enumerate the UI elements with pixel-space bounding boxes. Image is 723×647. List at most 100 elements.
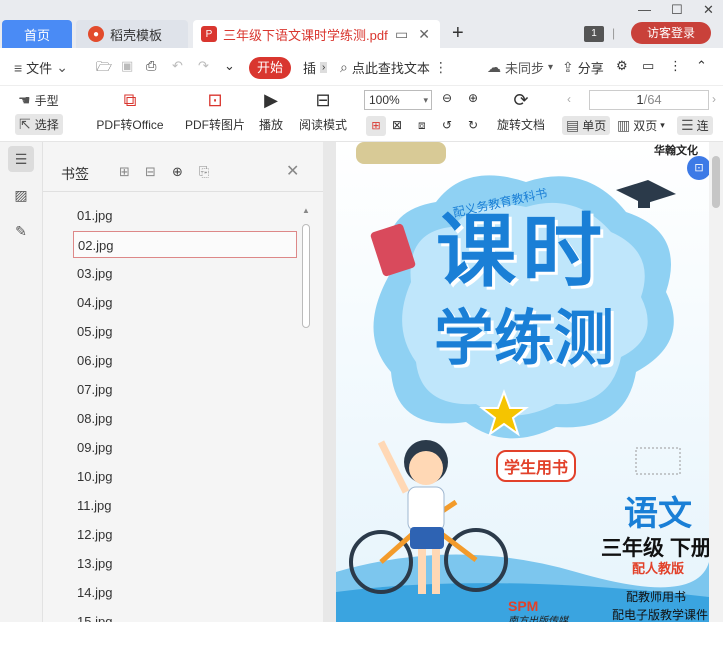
maximize-icon[interactable]: ☐ (671, 2, 683, 18)
sync-status[interactable]: ☁ 未同步 ▾ (487, 58, 553, 77)
pin-window-icon[interactable]: ▭ (395, 26, 408, 43)
more-vert-icon[interactable]: ⋮ (669, 58, 682, 74)
edition-label: 配人教版 (632, 561, 685, 576)
undo-icon[interactable]: ↶ (172, 58, 183, 74)
collapse-ribbon-icon[interactable]: ⌃ (696, 58, 707, 74)
bookmark-item[interactable]: 01.jpg (73, 202, 297, 229)
bookmark-settings-icon[interactable]: ⎘ (199, 164, 209, 180)
hand-tool[interactable]: ☚ 手型 (18, 92, 59, 109)
redo-icon[interactable]: ↷ (198, 58, 209, 74)
press-label: 南方出版传媒 (508, 616, 568, 622)
read-mode-button[interactable]: ⊟ 阅读模式 (297, 90, 349, 133)
fit-page-icon[interactable]: ⊠ (392, 118, 402, 132)
page-total: /64 (643, 92, 662, 107)
double-page-button[interactable]: ▥ 双页 ▾ (617, 117, 665, 134)
ribbon-toolbar: ☚ 手型 ⇱ 选择 ⧉ PDF转Office ⊡ PDF转图片 ▶ 播放 ⊟ 阅… (0, 86, 723, 142)
prev-page-icon[interactable]: ‹ (567, 92, 571, 106)
select-tool[interactable]: ⇱ 选择 (15, 114, 63, 135)
panel-splitter[interactable] (323, 142, 336, 622)
bookmark-item[interactable]: 08.jpg (73, 405, 297, 432)
continuous-label: 连 (696, 119, 709, 133)
fit-width-icon[interactable]: ⧈ (418, 118, 426, 133)
close-window-icon[interactable]: ✕ (703, 2, 714, 18)
rotate-right-icon[interactable]: ↻ (468, 118, 478, 132)
pdf-to-image-button[interactable]: ⊡ PDF转图片 (184, 90, 246, 133)
tab-template[interactable]: ● 稻壳模板 (76, 20, 188, 48)
bookmark-item[interactable]: 03.jpg (73, 260, 297, 287)
thumbnail-panel-icon[interactable]: ▨ (8, 182, 34, 208)
bookmark-item[interactable]: 09.jpg (73, 434, 297, 461)
document-page: 华翰文化 ⊡ 配义务教育教科书 课时 学练测 学生用书 语文 三年级 下册 配人… (336, 142, 709, 622)
caret-down-icon: ▾ (423, 95, 428, 105)
continuous-button[interactable]: ☰ 连 (677, 116, 713, 135)
open-folder-icon[interactable]: 🗁 (96, 58, 112, 80)
bookmark-panel-icon[interactable]: ☰ (8, 146, 34, 172)
left-icon-sidebar: ☰ ▨ ✎ (0, 142, 43, 622)
share-label: 分享 (577, 61, 604, 76)
bookmark-item[interactable]: 14.jpg (73, 579, 297, 606)
new-tab-icon[interactable]: + (452, 22, 464, 45)
save-icon[interactable]: ▣ (121, 58, 133, 74)
play-icon: ▶ (264, 90, 278, 110)
scroll-up-icon[interactable]: ▲ (302, 206, 310, 215)
play-button[interactable]: ▶ 播放 (256, 90, 286, 133)
double-page-icon: ▥ (617, 117, 631, 133)
bookmark-scrollbar[interactable]: ▲ (300, 204, 312, 622)
bookmark-item[interactable]: 10.jpg (73, 463, 297, 490)
minimize-icon[interactable]: — (638, 2, 651, 17)
share-button[interactable]: ⇪ 分享 (562, 58, 604, 77)
scrollbar-thumb[interactable] (302, 224, 310, 328)
next-page-icon[interactable]: › (712, 92, 716, 106)
document-scrollbar-thumb[interactable] (712, 156, 720, 208)
single-page-label: 单页 (582, 119, 607, 133)
expand-all-icon[interactable]: ⊞ (119, 164, 130, 180)
bookmark-panel-title: 书签 (61, 166, 89, 182)
bookmark-item[interactable]: 07.jpg (73, 376, 297, 403)
tab-bar: 首页 ● 稻壳模板 P 三年级下语文课时学练测.pdf ▭ ✕ + — ☐ ✕ … (0, 0, 723, 48)
close-tab-icon[interactable]: ✕ (418, 26, 430, 43)
rotate-document-icon: ⟳ (513, 90, 529, 110)
read-mode-label: 阅读模式 (298, 118, 347, 132)
start-tab-button[interactable]: 开始 (249, 57, 291, 79)
comment-icon[interactable]: ▭ (642, 58, 654, 74)
more-quick-icon[interactable]: ⌄ (224, 58, 235, 74)
bookmark-item[interactable]: 13.jpg (73, 550, 297, 577)
zoom-select[interactable]: 100% ▾ (364, 90, 432, 110)
rotate-left-icon[interactable]: ↺ (442, 118, 452, 132)
tab-scroll-right-icon[interactable]: › (320, 62, 328, 73)
visitor-login-button[interactable]: 访客登录 (631, 22, 711, 44)
settings-gear-icon[interactable]: ⚙ (616, 58, 628, 74)
bookmark-item[interactable]: 06.jpg (73, 347, 297, 374)
document-scrollbar[interactable] (709, 142, 723, 622)
search-text[interactable]: ⌕ 点此查找文本 ⋮ (340, 58, 448, 77)
wps-docer-icon: ● (88, 26, 104, 42)
add-bookmark-icon[interactable]: ⊕ (172, 164, 183, 180)
actual-size-icon[interactable]: ⊞ (366, 116, 386, 136)
single-page-button[interactable]: ▤ 单页 (562, 116, 611, 135)
zoom-in-icon[interactable]: ⊕ (468, 91, 478, 105)
rotate-document-button[interactable]: ⟳ 旋转文档 (495, 90, 547, 133)
ocr-scan-icon[interactable]: ⊡ (687, 156, 709, 180)
menu-bar: ≡ 文件 ⌄ 🗁 ▣ ⎙ ↶ ↷ ⌄ 开始 插 › ⌕ 点此查找文本 ⋮ ☁ 未… (0, 48, 723, 86)
bookmark-item[interactable]: 02.jpg (73, 231, 297, 258)
window-counter-badge[interactable]: 1 (584, 26, 604, 42)
insert-tab-label: 插 (303, 61, 317, 76)
zoom-out-icon[interactable]: ⊖ (442, 91, 452, 105)
bookmark-item[interactable]: 11.jpg (73, 492, 297, 519)
tab-home[interactable]: 首页 (2, 20, 72, 48)
file-menu[interactable]: ≡ 文件 ⌄ (14, 58, 68, 77)
bookmark-item[interactable]: 05.jpg (73, 318, 297, 345)
insert-tab[interactable]: 插 › (303, 58, 328, 77)
close-panel-icon[interactable]: ✕ (286, 161, 299, 181)
rotate-document-label: 旋转文档 (496, 118, 545, 132)
bookmark-item[interactable]: 12.jpg (73, 521, 297, 548)
tab-template-label: 稻壳模板 (110, 27, 163, 43)
tab-document[interactable]: P 三年级下语文课时学练测.pdf ▭ ✕ (193, 20, 440, 48)
page-number-input[interactable]: 1/64 (589, 90, 709, 110)
print-icon[interactable]: ⎙ (146, 58, 156, 74)
bookmark-item[interactable]: 04.jpg (73, 289, 297, 316)
pdf-to-office-button[interactable]: ⧉ PDF转Office (90, 90, 170, 133)
annotation-panel-icon[interactable]: ✎ (8, 218, 34, 244)
collapse-all-icon[interactable]: ⊟ (145, 164, 156, 180)
chevron-down-icon: ⌄ (56, 59, 68, 75)
